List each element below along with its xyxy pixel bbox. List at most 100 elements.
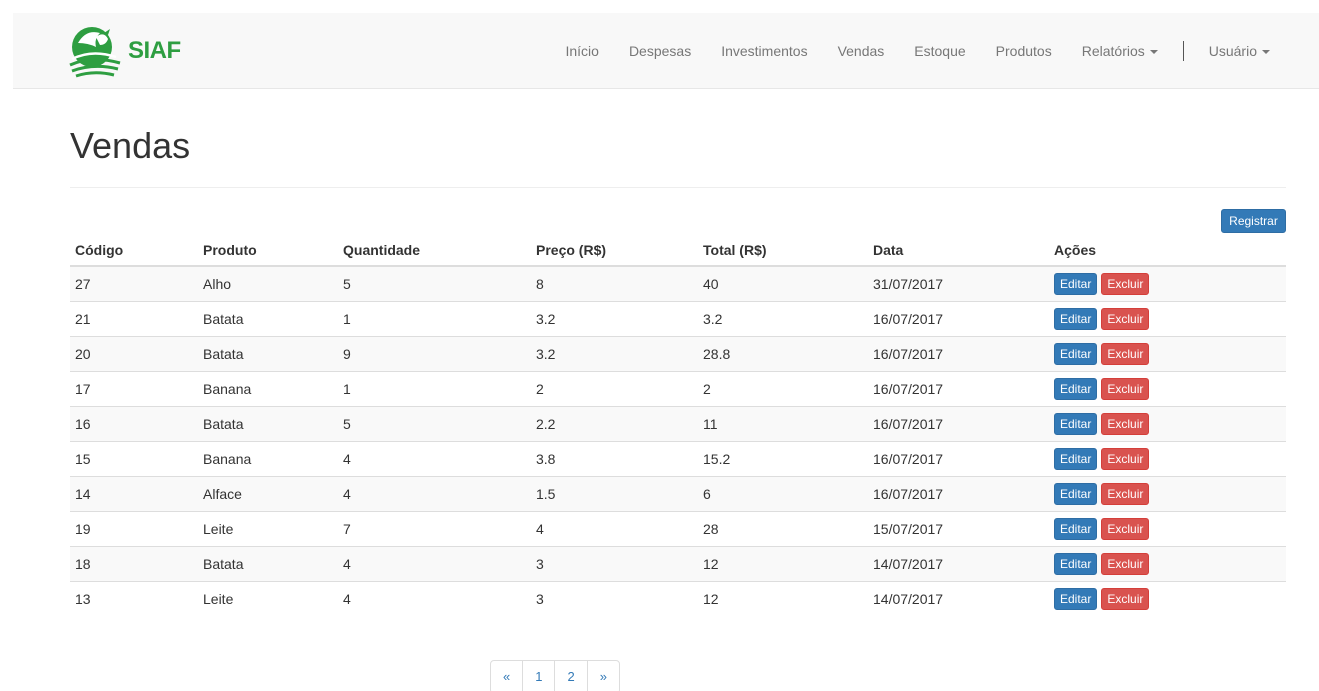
nav-dropdown-relatorios-label: Relatórios (1081, 43, 1145, 59)
edit-button[interactable]: Editar (1054, 517, 1098, 540)
delete-button[interactable]: Excluir (1101, 412, 1150, 435)
cell-quantidade: 4 (338, 475, 531, 511)
row-actions: Editar Excluir (1054, 517, 1281, 540)
cell-quantidade: 5 (338, 265, 531, 301)
cell-data: 31/07/2017 (868, 265, 1049, 301)
edit-button[interactable]: Editar (1054, 342, 1098, 365)
pagination-page-1[interactable]: 1 (522, 660, 556, 691)
brand[interactable]: SIAF (66, 23, 181, 79)
navbar: SIAF Início Despesas Investimentos Venda… (13, 13, 1319, 89)
delete-button[interactable]: Excluir (1101, 272, 1150, 295)
register-button[interactable]: Registrar (1221, 209, 1286, 233)
page-title: Vendas (70, 125, 191, 166)
column-header-produto: Produto (198, 234, 338, 267)
nav-divider (1182, 41, 1184, 61)
cell-produto: Banana (198, 370, 338, 406)
cell-preco: 4 (531, 510, 698, 546)
edit-button[interactable]: Editar (1054, 447, 1098, 470)
table-row: 14 Alface 4 1.5 6 16/07/2017 Editar Exclu… (70, 475, 1286, 511)
main-nav: Início Despesas Investimentos Vendas Est… (550, 13, 1285, 89)
row-actions: Editar Excluir (1054, 342, 1281, 365)
brand-name: SIAF (128, 37, 181, 64)
cell-produto: Banana (198, 440, 338, 476)
table-row: 20 Batata 9 3.2 28.8 16/07/2017 Editar Ex… (70, 335, 1286, 371)
pagination-page-2[interactable]: 2 (554, 660, 588, 691)
caret-down-icon (1262, 50, 1270, 55)
cell-codigo: 19 (70, 510, 198, 546)
nav-item-produtos[interactable]: Produtos (981, 43, 1067, 59)
cell-total: 12 (698, 545, 868, 581)
siaf-logo-icon (69, 27, 121, 78)
pagination-prev-button[interactable]: « (490, 660, 524, 691)
nav-item-vendas[interactable]: Vendas (823, 43, 900, 59)
edit-button[interactable]: Editar (1054, 412, 1098, 435)
cell-produto: Batata (198, 300, 338, 336)
cell-preco: 3.8 (531, 440, 698, 476)
cell-quantidade: 4 (338, 440, 531, 476)
cell-produto: Batata (198, 335, 338, 371)
delete-button[interactable]: Excluir (1101, 307, 1150, 330)
cell-preco: 3 (531, 545, 698, 581)
cell-quantidade: 9 (338, 335, 531, 371)
column-header-quantidade: Quantidade (338, 234, 531, 267)
edit-button[interactable]: Editar (1054, 587, 1098, 610)
row-actions: Editar Excluir (1054, 587, 1281, 610)
cell-data: 16/07/2017 (868, 475, 1049, 511)
cell-preco: 3.2 (531, 300, 698, 336)
cell-codigo: 13 (70, 580, 198, 616)
delete-button[interactable]: Excluir (1101, 447, 1150, 470)
pagination-next-button[interactable]: » (586, 660, 620, 691)
table-row: 27 Alho 5 8 40 31/07/2017 Editar Excluir (70, 265, 1286, 301)
delete-button[interactable]: Excluir (1101, 587, 1150, 610)
table-row: 15 Banana 4 3.8 15.2 16/07/2017 Editar Ex… (70, 440, 1286, 476)
column-header-preco: Preço (R$) (531, 234, 698, 267)
title-divider (70, 187, 1286, 188)
cell-codigo: 20 (70, 335, 198, 371)
cell-quantidade: 4 (338, 545, 531, 581)
cell-data: 16/07/2017 (868, 405, 1049, 441)
cell-produto: Leite (198, 580, 338, 616)
cell-preco: 3 (531, 580, 698, 616)
caret-down-icon (1149, 50, 1158, 55)
delete-button[interactable]: Excluir (1101, 482, 1150, 505)
cell-quantidade: 1 (338, 370, 531, 406)
nav-dropdown-relatorios[interactable]: Relatórios (1067, 43, 1173, 59)
cell-total: 15.2 (698, 440, 868, 476)
cell-acoes: Editar Excluir (1049, 370, 1286, 406)
edit-button[interactable]: Editar (1054, 272, 1098, 295)
delete-button[interactable]: Excluir (1101, 377, 1150, 400)
cell-produto: Batata (198, 405, 338, 441)
cell-data: 15/07/2017 (868, 510, 1049, 546)
delete-button[interactable]: Excluir (1101, 552, 1150, 575)
nav-item-despesas[interactable]: Despesas (614, 43, 706, 59)
cell-acoes: Editar Excluir (1049, 405, 1286, 441)
column-header-codigo: Código (70, 234, 198, 267)
cell-produto: Alho (198, 265, 338, 301)
edit-button[interactable]: Editar (1054, 377, 1098, 400)
cell-produto: Alface (198, 475, 338, 511)
cell-total: 6 (698, 475, 868, 511)
cell-quantidade: 7 (338, 510, 531, 546)
nav-item-inicio[interactable]: Início (550, 43, 613, 59)
table-row: 13 Leite 4 3 12 14/07/2017 Editar Excluir (70, 580, 1286, 616)
delete-button[interactable]: Excluir (1101, 342, 1150, 365)
cell-quantidade: 5 (338, 405, 531, 441)
cell-codigo: 17 (70, 370, 198, 406)
delete-button[interactable]: Excluir (1101, 517, 1150, 540)
cell-preco: 8 (531, 265, 698, 301)
row-actions: Editar Excluir (1054, 552, 1281, 575)
cell-preco: 2 (531, 370, 698, 406)
sales-table: Código Produto Quantidade Preço (R$) Tot… (70, 234, 1286, 616)
edit-button[interactable]: Editar (1054, 307, 1098, 330)
cell-data: 14/07/2017 (868, 545, 1049, 581)
edit-button[interactable]: Editar (1054, 552, 1098, 575)
edit-button[interactable]: Editar (1054, 482, 1098, 505)
cell-codigo: 18 (70, 545, 198, 581)
nav-item-investimentos[interactable]: Investimentos (706, 43, 822, 59)
table-row: 21 Batata 1 3.2 3.2 16/07/2017 Editar Exc… (70, 300, 1286, 336)
nav-item-estoque[interactable]: Estoque (899, 43, 980, 59)
nav-dropdown-usuario[interactable]: Usuário (1194, 43, 1285, 59)
cell-total: 12 (698, 580, 868, 616)
cell-quantidade: 4 (338, 580, 531, 616)
cell-codigo: 21 (70, 300, 198, 336)
